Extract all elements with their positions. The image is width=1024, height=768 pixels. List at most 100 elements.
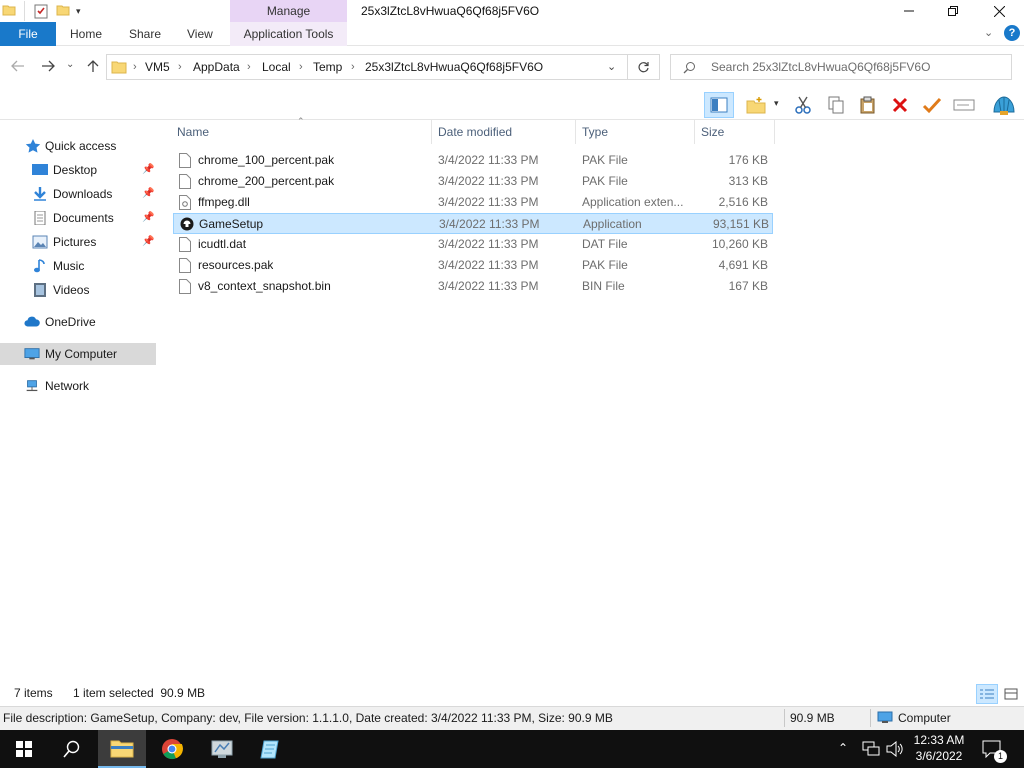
close-button[interactable] — [976, 0, 1022, 22]
divider — [627, 55, 628, 79]
large-icons-view-icon[interactable] — [1001, 684, 1021, 704]
file-type: PAK File — [582, 258, 628, 272]
pin-icon[interactable]: 📌 — [142, 183, 154, 205]
clock-date[interactable]: 3/6/2022 — [912, 748, 966, 764]
delete-icon[interactable] — [886, 92, 914, 118]
search-placeholder[interactable]: Search 25x3lZtcL8vHwuaQ6Qf68j5FV6O — [711, 55, 930, 79]
back-arrow-icon[interactable] — [10, 58, 26, 74]
properties-icon[interactable] — [33, 3, 49, 19]
show-hidden-icons-icon[interactable]: ⌃ — [838, 741, 848, 755]
nav-item-desktop[interactable]: Desktop 📌 — [0, 159, 156, 181]
breadcrumb-local[interactable]: Local — [262, 55, 291, 79]
cut-icon[interactable] — [789, 92, 817, 118]
nav-item-documents[interactable]: Documents 📌 — [0, 207, 156, 229]
file-row-selected[interactable]: GameSetup 3/4/2022 11:33 PM Application … — [173, 213, 773, 234]
shell-icon[interactable] — [988, 92, 1020, 118]
new-folder-icon[interactable] — [56, 3, 70, 17]
start-button[interactable] — [0, 730, 48, 768]
file-row[interactable]: chrome_100_percent.pak 3/4/2022 11:33 PM… — [173, 150, 773, 171]
copy-icon[interactable] — [822, 92, 850, 118]
column-header-type[interactable]: Type — [576, 120, 695, 144]
file-size: 313 KB — [728, 174, 768, 188]
nav-item-my-computer[interactable]: My Computer — [0, 343, 156, 365]
nav-item-quick-access[interactable]: Quick access — [0, 135, 156, 157]
tab-home[interactable]: Home — [70, 22, 102, 46]
tab-application-tools[interactable]: Application Tools — [230, 22, 347, 46]
refresh-icon[interactable] — [637, 61, 650, 74]
preview-pane-button[interactable] — [704, 92, 734, 118]
control-panel-icon[interactable] — [198, 730, 246, 768]
nav-label: Pictures — [53, 235, 97, 249]
breadcrumb-appdata[interactable]: AppData — [193, 55, 240, 79]
pin-icon[interactable]: 📌 — [142, 159, 154, 181]
file-row[interactable]: icudtl.dat 3/4/2022 11:33 PM DAT File 10… — [173, 234, 773, 255]
forward-arrow-icon[interactable] — [40, 58, 56, 74]
nav-item-music[interactable]: Music — [0, 255, 156, 277]
status-bar: 7 items 1 item selected 90.9 MB — [0, 682, 1024, 706]
breadcrumb-current-folder[interactable]: 25x3lZtcL8vHwuaQ6Qf68j5FV6O — [365, 55, 543, 79]
checkmark-icon[interactable] — [918, 92, 946, 118]
taskbar: ⌃ 12:33 AM 3/6/2022 1 — [0, 730, 1024, 768]
pin-icon[interactable]: 📌 — [142, 231, 154, 253]
file-description: File description: GameSetup, Company: de… — [3, 711, 613, 725]
restore-button[interactable] — [930, 0, 976, 22]
help-icon[interactable]: ? — [1004, 25, 1020, 41]
breadcrumb-vm5[interactable]: VM5 — [145, 55, 170, 79]
file-name: v8_context_snapshot.bin — [198, 279, 331, 293]
file-row[interactable]: v8_context_snapshot.bin 3/4/2022 11:33 P… — [173, 276, 773, 297]
nav-label: Quick access — [45, 139, 117, 153]
file-size: 93,151 KB — [712, 217, 769, 231]
search-icon[interactable] — [48, 730, 96, 768]
file-type: Application exten... — [582, 195, 684, 209]
file-name: icudtl.dat — [198, 237, 247, 251]
file-type: BIN File — [582, 279, 625, 293]
volume-icon[interactable] — [886, 741, 904, 757]
nav-item-videos[interactable]: Videos — [0, 279, 156, 301]
file-icon — [179, 174, 191, 189]
chrome-icon[interactable] — [148, 730, 196, 768]
up-arrow-icon[interactable] — [85, 58, 101, 74]
column-header-size[interactable]: Size — [695, 120, 775, 144]
minimize-button[interactable] — [886, 0, 932, 22]
file-row[interactable]: resources.pak 3/4/2022 11:33 PM PAK File… — [173, 255, 773, 276]
file-name: chrome_100_percent.pak — [198, 153, 335, 167]
download-icon — [34, 187, 46, 201]
breadcrumb-separator: › — [351, 61, 355, 73]
new-folder-dropdown-icon[interactable]: ▾ — [774, 98, 779, 109]
file-explorer-icon[interactable] — [98, 730, 146, 768]
recent-locations-icon[interactable]: ⌄ — [66, 59, 74, 70]
search-box[interactable]: Search 25x3lZtcL8vHwuaQ6Qf68j5FV6O — [670, 54, 1012, 80]
column-header-name[interactable]: Name — [171, 120, 432, 144]
breadcrumb-temp[interactable]: Temp — [313, 55, 342, 79]
address-dropdown-icon[interactable]: ⌄ — [607, 60, 616, 73]
address-bar[interactable]: › VM5 › AppData › Local › Temp › 25x3lZt… — [106, 54, 660, 80]
nav-item-downloads[interactable]: Downloads 📌 — [0, 183, 156, 205]
clock-time[interactable]: 12:33 AM — [912, 732, 966, 748]
file-row[interactable]: chrome_200_percent.pak 3/4/2022 11:33 PM… — [173, 171, 773, 192]
notepad-icon[interactable] — [246, 730, 294, 768]
nav-item-network[interactable]: Network — [0, 375, 156, 397]
file-size: 4,691 KB — [718, 258, 768, 272]
star-icon — [25, 139, 41, 153]
tab-share[interactable]: Share — [129, 22, 161, 46]
pin-icon[interactable]: 📌 — [142, 207, 154, 229]
expand-ribbon-icon[interactable]: ⌄ — [984, 26, 993, 39]
network-icon[interactable] — [862, 741, 880, 757]
new-folder-button[interactable] — [742, 92, 770, 118]
tab-view[interactable]: View — [187, 22, 213, 46]
file-type: DAT File — [582, 237, 628, 251]
details-view-icon[interactable] — [976, 684, 998, 704]
paste-icon[interactable] — [854, 92, 882, 118]
rename-icon[interactable] — [950, 92, 978, 118]
file-date: 3/4/2022 11:33 PM — [438, 153, 539, 167]
nav-item-pictures[interactable]: Pictures 📌 — [0, 231, 156, 253]
column-header-date-modified[interactable]: Date modified — [432, 120, 576, 144]
ribbon-tabs: File Home Share View Application Tools ⌄… — [0, 22, 1024, 46]
breadcrumb-separator: › — [178, 61, 182, 73]
divider — [24, 1, 25, 21]
tab-file[interactable]: File — [0, 22, 56, 46]
file-row[interactable]: ffmpeg.dll 3/4/2022 11:33 PM Application… — [173, 192, 773, 213]
nav-item-onedrive[interactable]: OneDrive — [0, 311, 156, 333]
computer-icon — [877, 711, 893, 723]
customize-toolbar-icon[interactable]: ▾ — [76, 6, 81, 17]
